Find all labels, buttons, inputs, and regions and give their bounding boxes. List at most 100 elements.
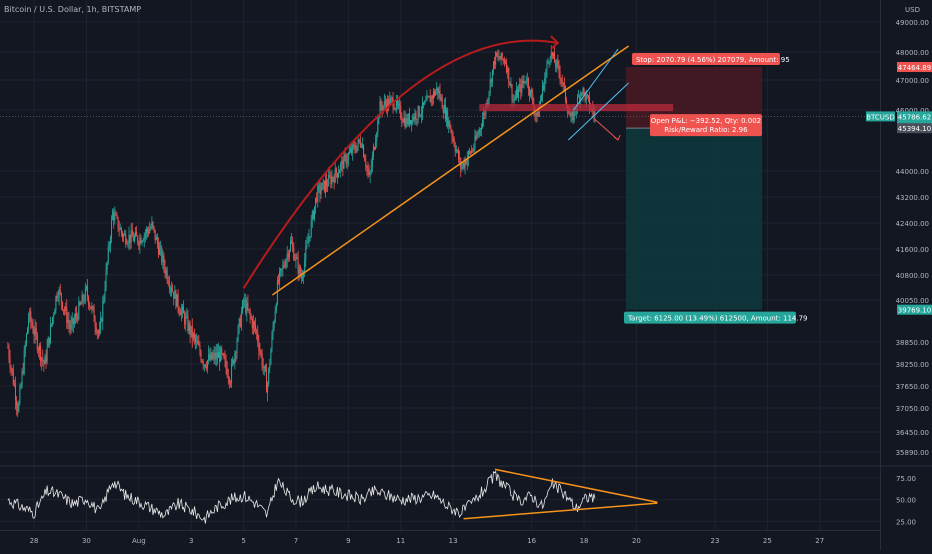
candle-body <box>243 301 245 303</box>
candle-body <box>219 352 221 362</box>
candle-body <box>193 333 195 337</box>
candle-body <box>550 52 552 59</box>
candle-body <box>332 177 334 179</box>
candle-body <box>491 69 493 83</box>
candle-body <box>152 222 154 227</box>
candle-body <box>475 136 477 139</box>
candle-body <box>331 177 333 185</box>
candle-body <box>54 309 56 315</box>
candle-body <box>66 307 68 323</box>
candle-body <box>11 368 13 371</box>
price-tick-label: 35890.00 <box>896 449 929 457</box>
candle-body <box>36 334 38 351</box>
candle-body <box>520 84 522 93</box>
candle-body <box>417 106 419 120</box>
candle-body <box>14 385 16 401</box>
candle-body <box>356 145 358 152</box>
candle-body <box>209 354 211 360</box>
candle-body <box>378 117 380 119</box>
candle-body <box>308 236 310 242</box>
candle-body <box>294 259 296 261</box>
candle-body <box>347 153 349 161</box>
candle-body <box>251 318 253 329</box>
candle-body <box>195 336 197 342</box>
candle-body <box>351 149 353 154</box>
candle-body <box>118 228 120 230</box>
candle-body <box>197 340 199 345</box>
price-tick-label: 44000.00 <box>896 168 929 176</box>
candle-body <box>238 318 240 327</box>
price-chart[interactable]: Stop: 2070.79 (4.56%) 207079, Amount: 95… <box>0 0 932 550</box>
candle-body <box>556 60 558 68</box>
candle-body <box>277 280 279 283</box>
candle-body <box>287 253 289 258</box>
target-zone <box>625 128 763 310</box>
candle-body <box>231 363 233 384</box>
candle-body <box>45 356 47 363</box>
candle-body <box>296 256 298 259</box>
candle-body <box>174 290 176 299</box>
candle-body <box>187 315 189 331</box>
stop-label-text: Stop: 2070.79 (4.56%) 207079, Amount: 95 <box>636 56 790 64</box>
candle-body <box>52 317 54 324</box>
candle-body <box>518 88 520 98</box>
candle-body <box>525 81 527 83</box>
candle-body <box>371 155 373 167</box>
candle-body <box>307 241 309 244</box>
time-tick-label: 25 <box>763 537 772 545</box>
candle-body <box>522 80 524 83</box>
candle-body <box>179 312 181 316</box>
candle-body <box>137 236 139 243</box>
candle-body <box>587 95 589 98</box>
candle-body <box>578 96 580 98</box>
candle-body <box>33 332 35 336</box>
candle-body <box>537 111 539 117</box>
currency-label[interactable]: USD <box>905 6 920 14</box>
candle-body <box>131 230 133 237</box>
candle-body <box>434 91 436 96</box>
candle-body <box>155 237 157 240</box>
candle-body <box>489 79 491 92</box>
candle-body <box>321 183 323 191</box>
price-tick-label: 40800.00 <box>896 272 929 280</box>
candle-body <box>497 55 499 57</box>
candle-body <box>365 161 367 167</box>
candle-body <box>428 96 430 98</box>
candle-body <box>120 228 122 233</box>
candle-body <box>221 348 223 354</box>
candle-body <box>237 326 239 341</box>
candle-body <box>78 302 80 320</box>
candle-body <box>476 135 478 139</box>
candle-body <box>415 113 417 120</box>
candle-body <box>482 119 484 128</box>
candle-body <box>77 315 79 320</box>
candle-body <box>109 238 111 246</box>
price-tick-label: 37650.00 <box>896 383 929 391</box>
candle-body <box>509 82 511 86</box>
candle-body <box>490 79 492 83</box>
candle-body <box>173 291 175 299</box>
candle-body <box>436 87 438 92</box>
candle-body <box>8 347 10 359</box>
candle-body <box>319 185 321 195</box>
candle-body <box>85 286 87 289</box>
candle-body <box>18 403 20 412</box>
candle-body <box>402 120 404 123</box>
entry_level-marker-text: 45394.10 <box>898 125 931 133</box>
candle-body <box>13 384 15 386</box>
candle-body <box>95 327 97 333</box>
candle-body <box>35 327 37 335</box>
candle-body <box>411 120 413 124</box>
candle-body <box>358 139 360 142</box>
candle-body <box>108 245 110 247</box>
candle-body <box>393 107 395 110</box>
candle-body <box>451 131 453 137</box>
candle-body <box>138 242 140 246</box>
candle-body <box>416 119 418 120</box>
candle-body <box>507 67 509 73</box>
candle-body <box>444 104 446 120</box>
candle-body <box>151 222 153 228</box>
candle-body <box>343 154 345 169</box>
candle-body <box>207 360 209 368</box>
candle-body <box>17 405 19 412</box>
